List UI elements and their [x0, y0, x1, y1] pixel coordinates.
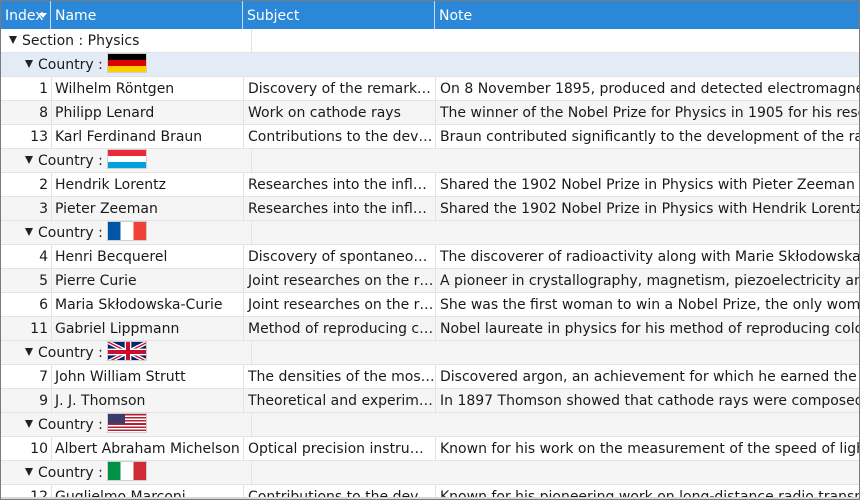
cell-name[interactable]: Hendrik Lorentz — [51, 173, 243, 196]
cell-subject[interactable]: Researches into the influence of magneti… — [243, 173, 435, 196]
cell-subject[interactable]: Optical precision instruments — [243, 437, 435, 460]
cell-subject[interactable]: Method of reproducing colours photograph… — [243, 317, 435, 340]
table-row[interactable]: 11 Gabriel Lippmann Method of reproducing … — [1, 317, 859, 341]
cell-index[interactable]: 3 — [1, 197, 51, 220]
country-group-row[interactable]: Country : — [1, 53, 859, 77]
group-label: Country : — [38, 57, 103, 73]
table-row[interactable]: 9J. J. ThomsonTheoretical and experiment… — [1, 389, 859, 413]
country-group-row[interactable]: Country : — [1, 221, 859, 245]
table-row[interactable]: 3 Pieter Zeeman Researches into the influe… — [1, 197, 859, 221]
cell-name[interactable]: J. J. Thomson — [51, 389, 243, 412]
group-label: Country : — [38, 153, 103, 169]
cell-name[interactable]: Karl Ferdinand Braun — [51, 125, 243, 148]
table-row[interactable]: 7 John William Strutt The densities of the… — [1, 365, 859, 389]
grid-body: Section : Physics Country : 1 Wilhelm Rönt… — [1, 29, 859, 499]
cell-note[interactable]: Braun contributed significantly to the d… — [435, 125, 859, 148]
cell-note[interactable]: In 1897 Thomson showed that cathode rays… — [435, 389, 859, 412]
cell-note[interactable]: Discovered argon, an achievement for whi… — [435, 365, 859, 388]
cell-index[interactable]: 9 — [1, 389, 51, 412]
cell-note[interactable]: The winner of the Nobel Prize for Physic… — [435, 101, 859, 124]
cell-name[interactable]: Henri Becquerel — [51, 245, 243, 268]
cell-subject[interactable]: Work on cathode rays — [243, 101, 435, 124]
cell-subject[interactable]: Theoretical and experimental investigati… — [243, 389, 435, 412]
cell-index[interactable]: 13 — [1, 125, 51, 148]
cell-note[interactable]: The discoverer of radioactivity along wi… — [435, 245, 859, 268]
cell-subject[interactable]: Joint researches on the radiation phenom… — [243, 293, 435, 316]
cell-note[interactable]: Known for his work on the measurement of… — [435, 437, 859, 460]
collapse-triangle-icon[interactable] — [25, 468, 33, 476]
flag-luxembourg-icon — [106, 149, 147, 169]
column-header-name[interactable]: Name — [51, 1, 243, 29]
column-header-index[interactable]: Index — [1, 1, 51, 29]
cell-index[interactable]: 8 — [1, 101, 51, 124]
group-label: Country : — [38, 417, 103, 433]
flag-germany-icon — [106, 53, 147, 73]
cell-note[interactable]: Shared the 1902 Nobel Prize in Physics w… — [435, 197, 859, 220]
table-row[interactable]: 1 Wilhelm Röntgen Discovery of the remarka… — [1, 77, 859, 101]
table-row[interactable]: 4 Henri Becquerel Discovery of spontaneous… — [1, 245, 859, 269]
flag-italy-icon — [106, 461, 147, 481]
cell-index[interactable]: 4 — [1, 245, 51, 268]
cell-name[interactable]: Wilhelm Röntgen — [51, 77, 243, 100]
cell-name[interactable]: John William Strutt — [51, 365, 243, 388]
cell-index[interactable]: 11 — [1, 317, 51, 340]
cell-name[interactable]: Philipp Lenard — [51, 101, 243, 124]
flag-france-icon — [106, 221, 147, 241]
data-grid[interactable]: Index Name Subject Note Section : Physic… — [0, 0, 860, 500]
collapse-triangle-icon[interactable] — [25, 420, 33, 428]
group-label: Country : — [38, 465, 103, 481]
table-row[interactable]: 10 Albert Abraham Michelson Optical precis… — [1, 437, 859, 461]
table-row[interactable]: 8 Philipp Lenard Work on cathode rays The w… — [1, 101, 859, 125]
cell-note[interactable]: A pioneer in crystallography, magnetism,… — [435, 269, 859, 292]
cell-index[interactable]: 7 — [1, 365, 51, 388]
cell-index[interactable]: 2 — [1, 173, 51, 196]
grid-header: Index Name Subject Note — [1, 1, 859, 29]
table-row[interactable]: 5Pierre CurieJoint researches on the rad… — [1, 269, 859, 293]
collapse-triangle-icon[interactable] — [25, 60, 33, 68]
table-row[interactable]: 13 Karl Ferdinand Braun Contributions to t… — [1, 125, 859, 149]
column-header-subject[interactable]: Subject — [243, 1, 435, 29]
cell-subject[interactable]: Contributions to the development of wire… — [243, 125, 435, 148]
country-group-row[interactable]: Country : — [1, 341, 859, 365]
table-row[interactable]: 6 Maria Skłodowska-Curie Joint researches … — [1, 293, 859, 317]
cell-index[interactable]: 1 — [1, 77, 51, 100]
country-group-row[interactable]: Country : — [1, 413, 859, 437]
flag-usa-icon — [106, 413, 147, 433]
collapse-triangle-icon[interactable] — [25, 228, 33, 236]
section-group-row[interactable]: Section : Physics — [1, 29, 859, 53]
cell-subject[interactable]: Discovery of the remarkable rays subsequ… — [243, 77, 435, 100]
cell-subject[interactable]: Researches into the influence of magneti… — [243, 197, 435, 220]
cell-note[interactable]: Nobel laureate in physics for his method… — [435, 317, 859, 340]
cell-name[interactable]: Albert Abraham Michelson — [51, 437, 243, 460]
cell-name[interactable]: Pieter Zeeman — [51, 197, 243, 220]
section-label: Section : Physics — [22, 33, 140, 49]
group-label: Country : — [38, 345, 103, 361]
cell-subject[interactable]: The densities of the most important gase… — [243, 365, 435, 388]
sort-descending-icon[interactable] — [39, 13, 47, 18]
cell-index[interactable]: 5 — [1, 269, 51, 292]
cell-name[interactable]: Pierre Curie — [51, 269, 243, 292]
column-header-note[interactable]: Note — [435, 1, 859, 29]
cell-index[interactable]: 10 — [1, 437, 51, 460]
country-group-row[interactable]: Country : — [1, 461, 859, 485]
cell-note[interactable]: On 8 November 1895, produced and detecte… — [435, 77, 859, 100]
horizontal-scrollbar[interactable] — [1, 497, 859, 499]
collapse-triangle-icon[interactable] — [9, 36, 17, 44]
cell-name[interactable]: Gabriel Lippmann — [51, 317, 243, 340]
collapse-triangle-icon[interactable] — [25, 156, 33, 164]
collapse-triangle-icon[interactable] — [25, 348, 33, 356]
group-label: Country : — [38, 225, 103, 241]
cell-note[interactable]: She was the first woman to win a Nobel P… — [435, 293, 859, 316]
table-row[interactable]: 2 Hendrik Lorentz Researches into the infl… — [1, 173, 859, 197]
cell-index[interactable]: 6 — [1, 293, 51, 316]
cell-subject[interactable]: Joint researches on the radiation phenom… — [243, 269, 435, 292]
cell-note[interactable]: Shared the 1902 Nobel Prize in Physics w… — [435, 173, 859, 196]
cell-subject[interactable]: Discovery of spontaneous radioactivity — [243, 245, 435, 268]
country-group-row[interactable]: Country : — [1, 149, 859, 173]
cell-name[interactable]: Maria Skłodowska-Curie — [51, 293, 243, 316]
flag-uk-icon — [106, 341, 147, 361]
